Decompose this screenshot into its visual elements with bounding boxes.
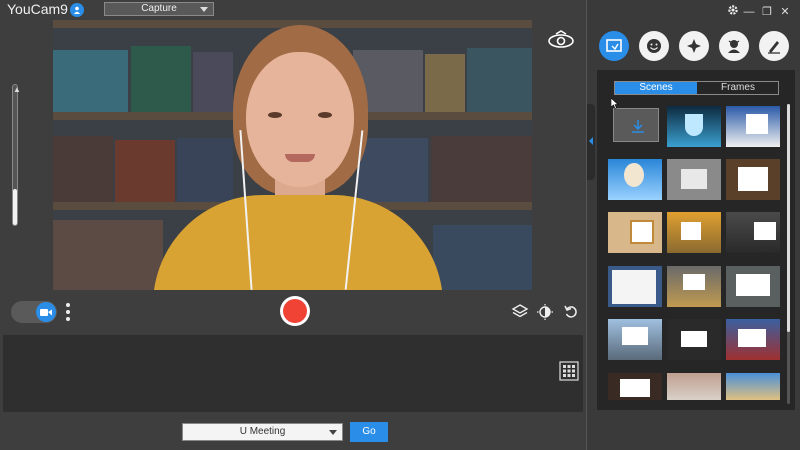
media-gallery — [3, 335, 583, 412]
window-controls: — ❐ ✕ — [738, 2, 792, 18]
more-options-icon[interactable] — [66, 303, 72, 325]
brightness-icon[interactable] — [536, 303, 554, 321]
scene-thumbnail[interactable] — [608, 212, 662, 253]
scene-thumbnail[interactable] — [608, 159, 662, 200]
chevron-left-icon — [589, 137, 593, 145]
scene-thumbnail[interactable] — [667, 106, 721, 147]
books — [53, 136, 113, 202]
scene-frame-tabs: Scenes Frames — [614, 81, 779, 95]
scene-thumbnail[interactable] — [667, 373, 721, 400]
scene-thumbnail[interactable] — [667, 212, 721, 253]
video-camera-icon — [36, 302, 56, 322]
person-eye — [268, 112, 282, 118]
scene-thumbnail[interactable] — [667, 319, 721, 360]
top-bar: YouCam9 Capture — [0, 0, 586, 20]
undo-icon[interactable] — [562, 303, 580, 321]
scene-thumbnail[interactable] — [608, 373, 662, 400]
layers-icon[interactable] — [511, 303, 529, 321]
restore-icon[interactable]: ❐ — [760, 5, 774, 19]
scene-thumbnail[interactable] — [726, 106, 780, 147]
record-button[interactable] — [280, 296, 310, 326]
capture-mode-value: Capture — [141, 3, 177, 14]
grid-view-icon[interactable] — [559, 361, 581, 381]
emoji-icon[interactable] — [639, 31, 669, 61]
scrollbar-thumb[interactable] — [787, 104, 790, 332]
mouse-cursor-icon — [610, 96, 619, 114]
meeting-app-value: U Meeting — [239, 426, 286, 437]
meeting-bar: U Meeting Go — [0, 418, 586, 450]
scenes-icon[interactable] — [599, 31, 629, 61]
effects-icon[interactable] — [679, 31, 709, 61]
person-mouth — [285, 154, 315, 162]
main-panel: YouCam9 Capture ▲ U Meeting Go — [0, 0, 586, 450]
person-icon[interactable] — [70, 3, 84, 17]
tab-scenes[interactable]: Scenes — [615, 82, 697, 94]
chevron-down-icon — [329, 430, 337, 435]
side-panel: — ❐ ✕ Scenes Frames — [586, 0, 800, 450]
books — [53, 220, 163, 290]
books — [177, 138, 233, 202]
scene-thumbnail[interactable] — [726, 159, 780, 200]
close-icon[interactable]: ✕ — [778, 5, 792, 19]
scene-thumbnail[interactable] — [608, 319, 662, 360]
collapse-panel-handle[interactable] — [587, 104, 595, 180]
person-eye — [318, 112, 332, 118]
zoom-level-fill — [13, 189, 17, 225]
video-mode-toggle[interactable] — [11, 301, 57, 323]
books — [131, 46, 191, 112]
books — [431, 136, 532, 202]
feature-tabs — [599, 31, 799, 63]
tab-frames[interactable]: Frames — [697, 82, 779, 94]
scene-thumbnail[interactable] — [726, 319, 780, 360]
avatar-icon[interactable] — [719, 31, 749, 61]
books — [467, 48, 532, 112]
books — [193, 52, 233, 112]
go-button[interactable]: Go — [350, 422, 388, 442]
zoom-in-icon[interactable]: ▲ — [13, 86, 21, 94]
scene-thumbnail[interactable] — [726, 212, 780, 253]
scenes-panel: Scenes Frames — [597, 70, 795, 410]
scene-thumbnail[interactable] — [667, 266, 721, 307]
scene-thumbnail[interactable] — [726, 373, 780, 400]
zoom-slider[interactable]: ▲ — [12, 84, 21, 226]
download-scenes-button[interactable] — [613, 108, 659, 142]
scene-thumbnail[interactable] — [726, 266, 780, 307]
person-face — [246, 52, 354, 187]
books — [115, 140, 175, 202]
scene-thumbnail[interactable] — [608, 266, 662, 307]
webcam-preview — [53, 20, 532, 290]
books — [425, 54, 465, 112]
meeting-app-select[interactable]: U Meeting — [182, 423, 343, 441]
control-bar — [0, 293, 586, 333]
books — [53, 50, 128, 112]
books — [433, 225, 532, 290]
scene-thumbnail[interactable] — [667, 159, 721, 200]
chevron-down-icon — [200, 7, 208, 12]
capture-mode-select[interactable]: Capture — [104, 2, 214, 16]
minimize-icon[interactable]: — — [742, 5, 756, 19]
books — [358, 138, 428, 202]
camera-switch-icon[interactable] — [546, 30, 576, 52]
scenes-scrollbar[interactable] — [787, 104, 790, 404]
app-title: YouCam9 — [7, 1, 68, 17]
brush-icon[interactable] — [759, 31, 789, 61]
